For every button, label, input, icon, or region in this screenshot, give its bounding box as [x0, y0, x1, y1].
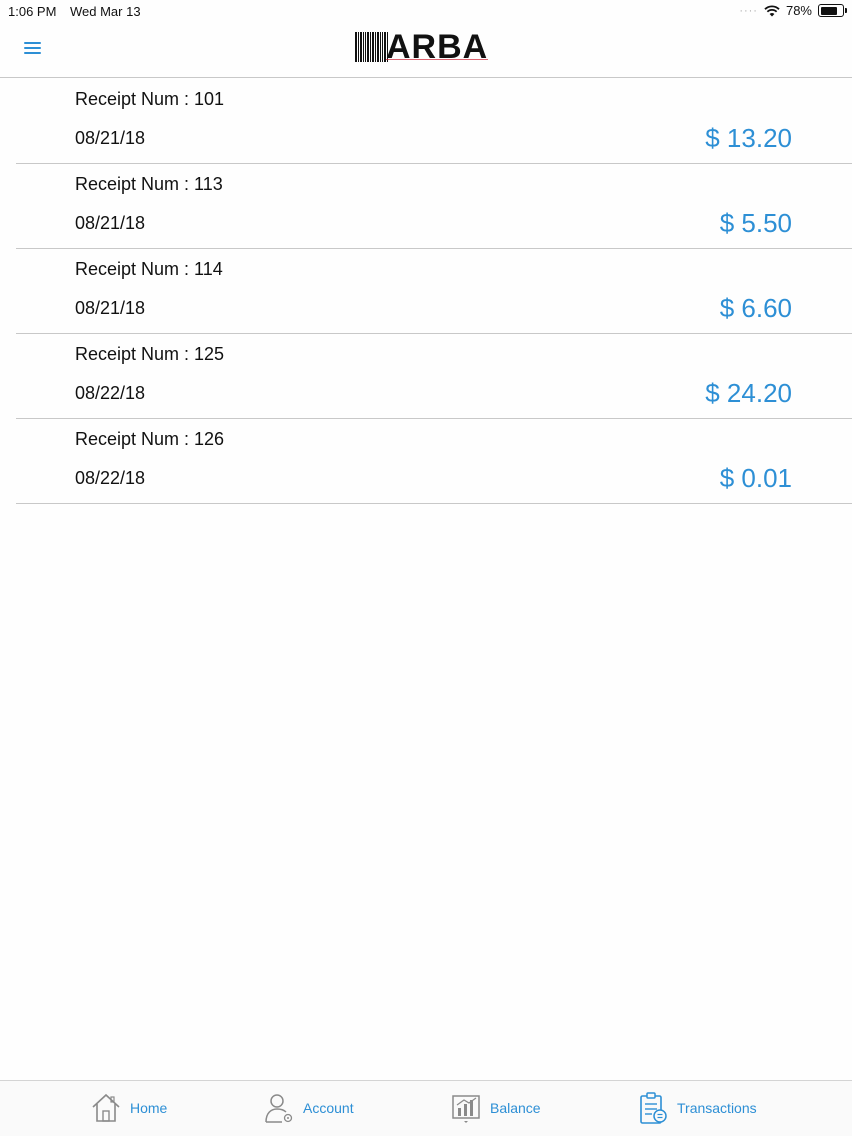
receipt-date: 08/21/18: [75, 128, 146, 148]
status-indicators: ···· 78%: [739, 3, 847, 18]
receipt-number: Receipt Num : 113: [75, 174, 223, 194]
hamburger-menu-icon[interactable]: [24, 42, 41, 56]
receipt-date: 08/21/18: [75, 213, 146, 233]
receipt-date: 08/21/18: [75, 298, 146, 318]
wifi-icon: [764, 4, 780, 16]
battery-icon: [818, 4, 847, 17]
receipt-date: 08/22/18: [75, 468, 146, 488]
tab-label: Account: [303, 1100, 354, 1116]
receipt-number: Receipt Num : 126: [75, 429, 225, 449]
logo-text: ARBA: [386, 28, 489, 66]
tab-account[interactable]: Account: [263, 1091, 354, 1125]
receipt-row[interactable]: Receipt Num : 126 08/22/18 $ 0.01: [16, 419, 852, 504]
receipt-amount: $ 13.20: [705, 123, 792, 153]
balance-icon: [452, 1095, 480, 1123]
receipt-date: 08/22/18: [75, 383, 146, 403]
battery-percent: 78%: [785, 3, 812, 18]
tab-label: Transactions: [677, 1100, 757, 1116]
tab-label: Balance: [490, 1100, 541, 1116]
status-bar: 1:06 PM Wed Mar 13 ···· 78%: [0, 0, 852, 24]
receipt-amount: $ 0.01: [719, 463, 792, 493]
tab-home[interactable]: Home: [90, 1091, 167, 1125]
transactions-icon: [640, 1092, 667, 1124]
receipt-number: Receipt Num : 101: [75, 89, 225, 109]
battery-fill: [820, 6, 837, 15]
receipt-amount: $ 6.60: [719, 293, 792, 323]
account-icon: [265, 1094, 293, 1123]
status-date: Wed Mar 13: [70, 4, 141, 19]
tab-transactions[interactable]: Transactions: [637, 1091, 757, 1125]
receipt-row[interactable]: Receipt Num : 113 08/21/18 $ 5.50: [16, 164, 852, 249]
receipt-row[interactable]: Receipt Num : 125 08/22/18 $ 24.20: [16, 334, 852, 419]
receipt-list: Receipt Num : 101 08/21/18 $ 13.20 Recei…: [16, 79, 852, 504]
arba-logo: ARBA: [355, 28, 489, 66]
receipt-amount: $ 5.50: [719, 208, 792, 238]
barcode-icon: [355, 32, 388, 62]
receipt-number: Receipt Num : 114: [75, 259, 223, 279]
home-icon: [92, 1093, 120, 1122]
tab-bar: Home Account Balance Transactions: [0, 1080, 852, 1136]
app-header: ARBA: [0, 24, 852, 78]
status-time: 1:06 PM: [8, 4, 57, 19]
tab-label: Home: [130, 1100, 168, 1116]
receipt-amount: $ 24.20: [705, 378, 792, 408]
receipt-row[interactable]: Receipt Num : 101 08/21/18 $ 13.20: [16, 79, 852, 164]
tab-balance[interactable]: Balance: [450, 1091, 541, 1125]
receipt-number: Receipt Num : 125: [75, 344, 225, 364]
receipt-row[interactable]: Receipt Num : 114 08/21/18 $ 6.60: [16, 249, 852, 334]
signal-dots-icon: ····: [739, 4, 758, 17]
